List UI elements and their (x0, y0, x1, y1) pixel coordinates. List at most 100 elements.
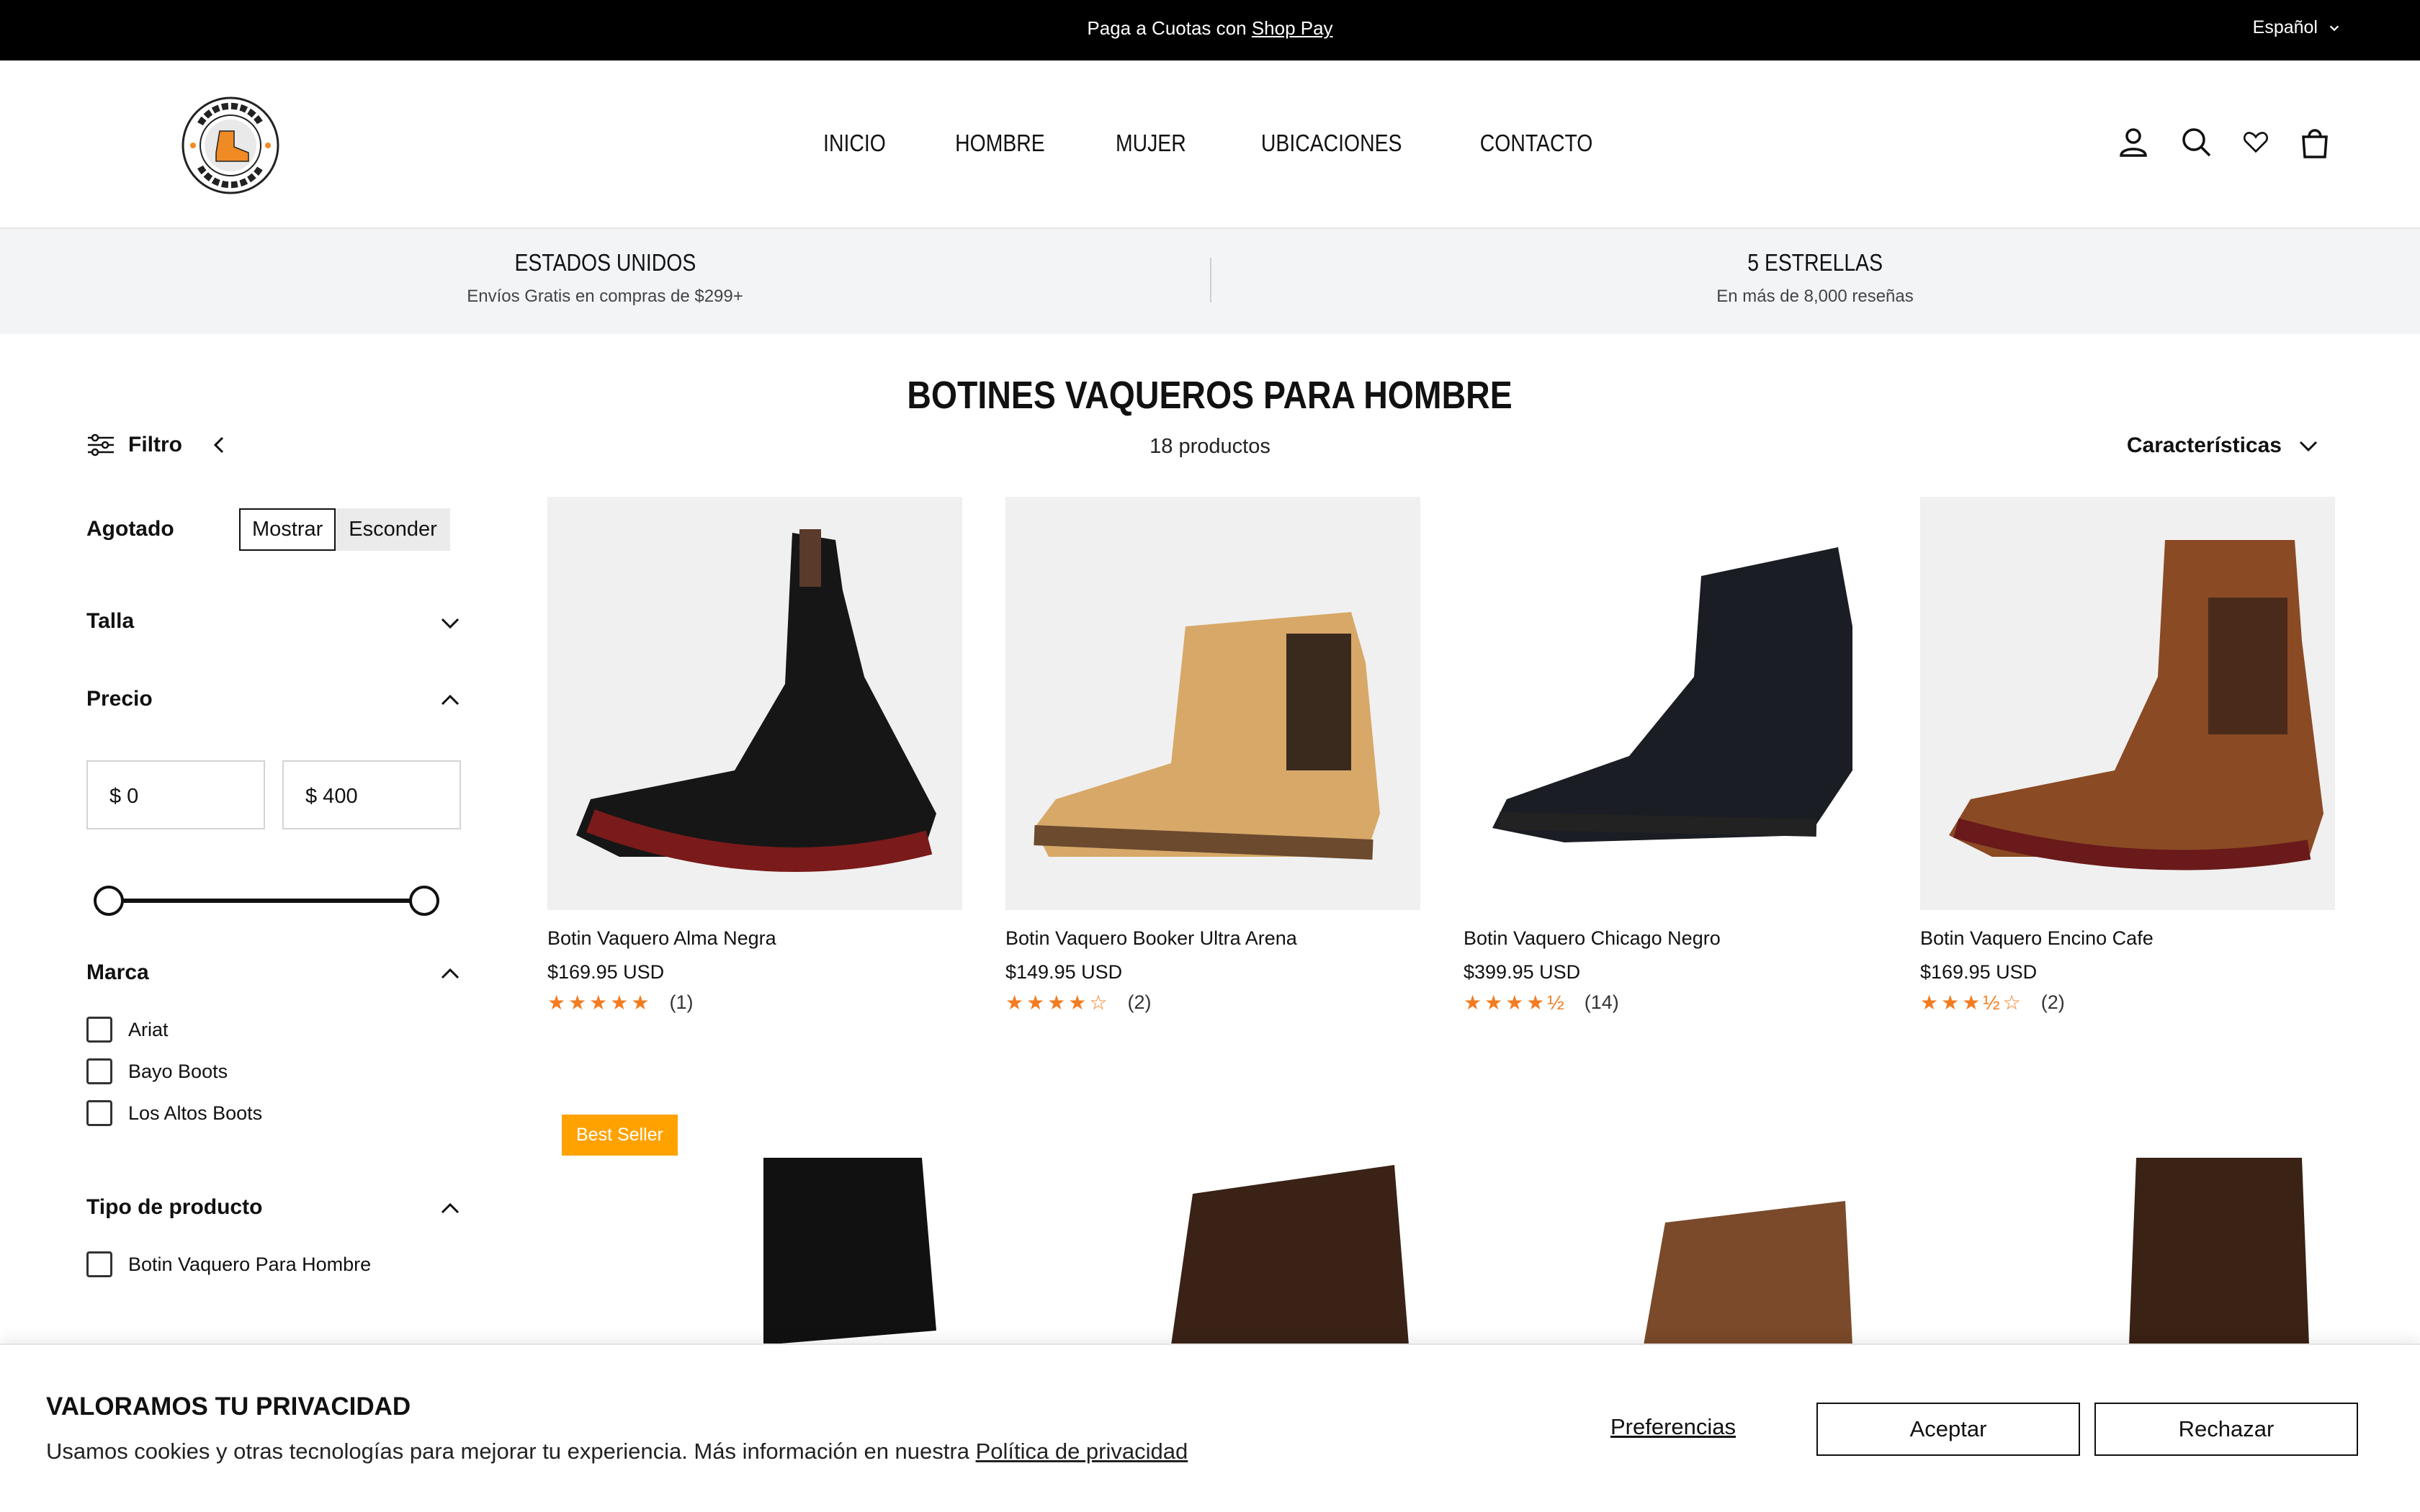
precio-label: Precio (86, 687, 153, 711)
announcement-bar: Paga a Cuotas con Shop Pay Español (0, 0, 2420, 60)
nav-mujer[interactable]: MUJER (1116, 130, 1186, 157)
star-rating: ★★★★☆ (1005, 991, 1111, 1014)
announcement-text: Paga a Cuotas con Shop Pay (0, 17, 2420, 40)
filter-marca[interactable]: Marca (86, 960, 461, 985)
product-rating: ★★★½☆ (2) (1920, 991, 2335, 1014)
site-header: INICIO HOMBRE MUJER UBICACIONES CONTACTO (0, 60, 2420, 229)
preferences-link[interactable]: Preferencias (1610, 1414, 1736, 1440)
checkbox[interactable] (86, 1017, 112, 1043)
star-rating: ★★★★★ (547, 991, 653, 1014)
chevron-up-icon (441, 694, 460, 706)
product-price: $399.95 USD (1464, 961, 1581, 983)
product-card[interactable]: Botin Vaquero Alma Negra $169.95 USD ★★★… (547, 497, 962, 1014)
price-min-input[interactable]: $ 0 (86, 760, 265, 829)
agotado-filter: Agotado Mostrar Esconder (86, 503, 461, 551)
product-card[interactable]: Botin Vaquero Booker Ultra Arena $149.95… (1005, 497, 1420, 1014)
cookie-title: VALORAMOS TU PRIVACIDAD (46, 1392, 411, 1421)
checkbox[interactable] (86, 1058, 112, 1084)
checkbox[interactable] (86, 1100, 112, 1126)
chevron-left-icon[interactable] (210, 435, 230, 455)
price-max-input[interactable]: $ 400 (282, 760, 461, 829)
agotado-esconder[interactable]: Esconder (336, 508, 450, 551)
nav-inicio[interactable]: INICIO (823, 130, 886, 157)
wishlist-icon[interactable] (2241, 124, 2270, 161)
best-seller-badge: Best Seller (562, 1115, 678, 1156)
product-card[interactable]: Botin Vaquero Encino Cafe $169.95 USD ★★… (1920, 497, 2335, 1014)
nav-contacto[interactable]: CONTACTO (1480, 130, 1593, 157)
boot-image (576, 529, 936, 872)
checkbox-label: Los Altos Boots (128, 1102, 263, 1124)
header-icons (2115, 124, 2334, 161)
chevron-up-icon (441, 968, 460, 979)
review-count: (14) (1584, 991, 1619, 1013)
usp-shipping: ESTADOS UNIDOS Envíos Gratis en compras … (0, 249, 1210, 307)
collection-title: BOTINES VAQUEROS PARA HOMBRE (0, 373, 2420, 418)
checkbox-label: Bayo Boots (128, 1060, 228, 1082)
product-price: $169.95 USD (547, 961, 665, 983)
agotado-mostrar[interactable]: Mostrar (239, 508, 336, 551)
chevron-down-icon (2329, 25, 2339, 31)
marca-ariat[interactable]: Ariat (86, 1017, 169, 1043)
sort-label: Características (2126, 433, 2282, 457)
boot-image (1492, 547, 1852, 842)
filter-label: Filtro (128, 433, 182, 456)
product-name[interactable]: Botin Vaquero Alma Negra (547, 927, 962, 950)
usp-reviews-title: 5 ESTRELLAS (1747, 249, 1883, 276)
filter-talla[interactable]: Talla (86, 609, 461, 634)
usp-reviews: 5 ESTRELLAS En más de 8,000 reseñas (1210, 249, 2420, 307)
agotado-label: Agotado (86, 517, 174, 541)
filter-tipo-producto[interactable]: Tipo de producto (86, 1195, 461, 1220)
sliders-icon (88, 433, 114, 456)
star-rating: ★★★½☆ (1920, 991, 2024, 1014)
checkbox[interactable] (86, 1251, 112, 1277)
nav-ubicaciones[interactable]: UBICACIONES (1261, 130, 1402, 157)
language-label: Español (2252, 17, 2318, 37)
search-icon[interactable] (2178, 124, 2215, 161)
checkbox-label: Ariat (128, 1018, 169, 1040)
sort-dropdown[interactable]: Características (2127, 433, 2319, 458)
collection-title-text: BOTINES VAQUEROS PARA HOMBRE (907, 374, 1513, 417)
account-icon[interactable] (2115, 124, 2152, 161)
cookie-banner: VALORAMOS TU PRIVACIDAD Usamos cookies y… (0, 1344, 2420, 1512)
usp-band: ESTADOS UNIDOS Envíos Gratis en compras … (0, 229, 2420, 334)
chevron-down-icon (2299, 441, 2318, 452)
usp-shipping-sub: Envíos Gratis en compras de $299+ (467, 287, 743, 306)
slider-min-handle[interactable] (94, 886, 124, 916)
product-name[interactable]: Botin Vaquero Booker Ultra Arena (1005, 927, 1420, 950)
tipo-label: Tipo de producto (86, 1195, 263, 1219)
nav-hombre[interactable]: HOMBRE (956, 130, 1046, 157)
shop-pay-link[interactable]: Shop Pay (1252, 17, 1333, 39)
language-selector[interactable]: Español (2253, 17, 2341, 38)
product-card[interactable]: Botin Vaquero Chicago Negro $399.95 USD … (1464, 497, 1878, 1014)
product-price: $169.95 USD (1920, 961, 2038, 983)
accept-button[interactable]: Aceptar (1816, 1403, 2080, 1456)
privacy-policy-link[interactable]: Política de privacidad (976, 1439, 1188, 1464)
usp-reviews-sub: En más de 8,000 reseñas (1716, 287, 1914, 306)
slider-max-handle[interactable] (409, 886, 439, 916)
talla-label: Talla (86, 609, 135, 633)
product-rating: ★★★★☆ (2) (1005, 991, 1420, 1014)
review-count: (2) (1127, 991, 1152, 1013)
product-image[interactable] (1464, 497, 1878, 910)
slider-track (107, 899, 426, 903)
filter-precio[interactable]: Precio (86, 687, 461, 711)
tipo-botin-vaquero[interactable]: Botin Vaquero Para Hombre (86, 1251, 371, 1277)
price-range-slider[interactable] (94, 883, 439, 917)
cart-icon[interactable] (2296, 124, 2334, 161)
star-rating: ★★★★½ (1464, 991, 1567, 1014)
chevron-up-icon (441, 1202, 460, 1214)
reject-button[interactable]: Rechazar (2094, 1403, 2358, 1456)
product-image[interactable] (1920, 497, 2335, 910)
product-rating: ★★★★★ (1) (547, 991, 962, 1014)
product-name[interactable]: Botin Vaquero Chicago Negro (1464, 927, 1878, 950)
agotado-toggle: Mostrar Esconder (239, 508, 450, 551)
marca-los-altos-boots[interactable]: Los Altos Boots (86, 1100, 262, 1126)
marca-bayo-boots[interactable]: Bayo Boots (86, 1058, 228, 1084)
cookie-text: Usamos cookies y otras tecnologías para … (46, 1439, 1188, 1464)
filter-toggle[interactable]: Filtro (86, 432, 230, 458)
product-image[interactable] (547, 497, 962, 910)
product-image[interactable] (1005, 497, 1420, 910)
product-name[interactable]: Botin Vaquero Encino Cafe (1920, 927, 2335, 950)
boot-image (1949, 540, 2323, 870)
product-count: 18 productos (1150, 435, 1270, 458)
